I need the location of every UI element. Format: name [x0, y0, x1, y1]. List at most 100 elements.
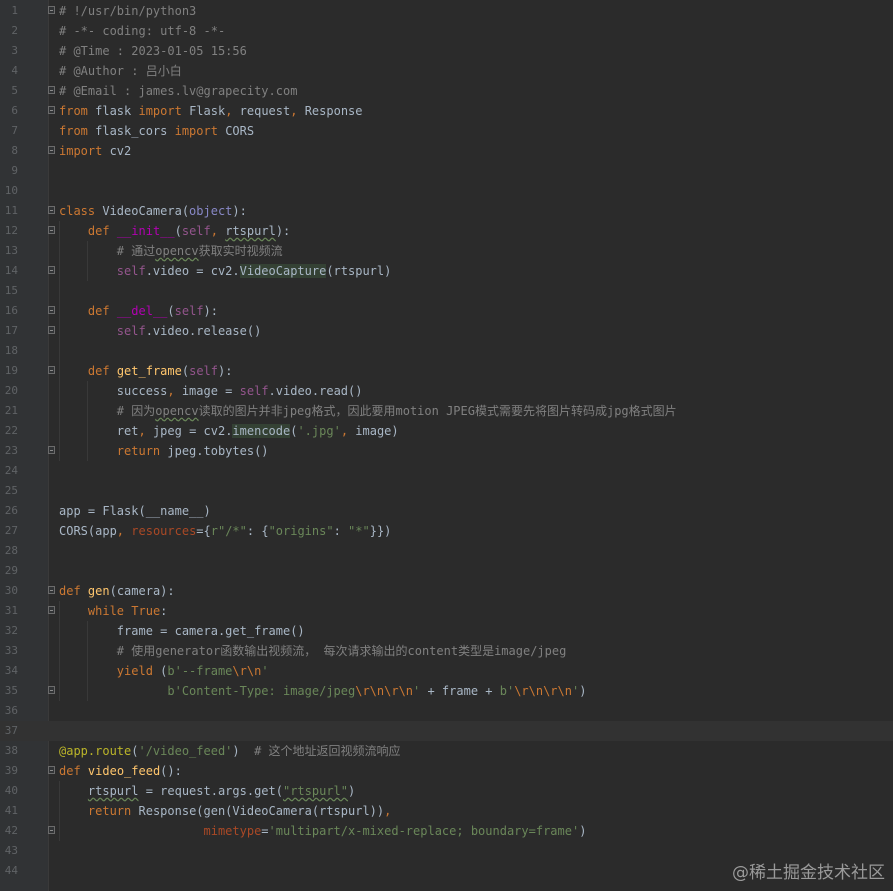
code-text: # 因为opencv读取的图片并非jpeg格式，因此要用motion JPEG模…	[116, 404, 677, 418]
code-text: @app.route('/video_feed') # 这个地址返回视频流响应	[59, 744, 401, 758]
code-line[interactable]: 13 # 通过opencv获取实时视频流	[0, 241, 893, 261]
code-line[interactable]: 18	[0, 341, 893, 361]
fold-collapse-icon[interactable]	[48, 586, 55, 594]
code-area[interactable]: 1 # !/usr/bin/python3 2 # -*- coding: utf-8…	[0, 0, 893, 891]
code-line[interactable]: 11 class VideoCamera(object):	[0, 201, 893, 221]
code-line[interactable]: 25	[0, 481, 893, 501]
code-line[interactable]: 41 return Response(gen(VideoCamera(rtspu…	[0, 801, 893, 821]
line-number: 31	[4, 604, 18, 617]
code-text: self.video.release()	[116, 324, 262, 338]
code-text: success, image = self.video.read()	[59, 384, 363, 398]
code-line[interactable]: 29	[0, 561, 893, 581]
code-text: class VideoCamera(object):	[59, 204, 247, 218]
code-line[interactable]: 33 # 使用generator函数输出视频流， 每次请求输出的content类…	[0, 641, 893, 661]
code-line[interactable]: 5 # @Email : james.lv@grapecity.com	[0, 81, 893, 101]
code-line[interactable]: 6 from flask import Flask, request, Respo…	[0, 101, 893, 121]
code-text: CORS(app, resources={r"/*": {"origins": …	[59, 524, 392, 538]
fold-collapse-icon[interactable]	[48, 206, 55, 214]
code-line[interactable]: 23 return jpeg.tobytes()	[0, 441, 893, 461]
fold-collapse-icon[interactable]	[48, 226, 55, 234]
code-text: self.video = cv2.VideoCapture(rtspurl)	[116, 264, 392, 278]
code-line[interactable]: 2 # -*- coding: utf-8 -*-	[0, 21, 893, 41]
code-line[interactable]: 22 ret, jpeg = cv2.imencode('.jpg', imag…	[0, 421, 893, 441]
code-line[interactable]: 3 # @Time : 2023-01-05 15:56	[0, 41, 893, 61]
line-number: 18	[4, 344, 18, 357]
code-text: b'Content-Type: image/jpeg\r\n\r\n' + fr…	[167, 684, 587, 698]
code-line[interactable]: 19 def get_frame(self):	[0, 361, 893, 381]
code-text: from flask_cors import CORS	[59, 124, 255, 138]
fold-collapse-icon[interactable]	[48, 106, 55, 114]
fold-collapse-icon[interactable]	[48, 6, 55, 14]
code-line[interactable]: 7 from flask_cors import CORS	[0, 121, 893, 141]
line-number: 19	[4, 364, 18, 377]
code-editor[interactable]: 1 # !/usr/bin/python3 2 # -*- coding: utf-8…	[0, 0, 893, 891]
line-number: 10	[4, 184, 18, 197]
fold-end-icon[interactable]	[48, 266, 55, 274]
code-line[interactable]: 24	[0, 461, 893, 481]
fold-end-icon[interactable]	[48, 86, 55, 94]
line-number: 27	[4, 524, 18, 537]
code-line[interactable]: 16 def __del__(self):	[0, 301, 893, 321]
code-line[interactable]: 40 rtspurl = request.args.get("rtspurl")	[0, 781, 893, 801]
line-number: 1	[11, 4, 18, 17]
line-number: 42	[4, 824, 18, 837]
line-number: 43	[4, 844, 18, 857]
line-number: 32	[4, 624, 18, 637]
code-text: yield (b'--frame\r\n'	[116, 664, 269, 678]
code-text: from flask import Flask, request, Respon…	[59, 104, 363, 118]
line-number: 34	[4, 664, 18, 677]
line-number: 41	[4, 804, 18, 817]
fold-end-icon[interactable]	[48, 446, 55, 454]
line-number: 40	[4, 784, 18, 797]
code-line[interactable]: 28	[0, 541, 893, 561]
line-number: 2	[11, 24, 18, 37]
code-line[interactable]: 30 def gen(camera):	[0, 581, 893, 601]
code-line[interactable]: 27 CORS(app, resources={r"/*": {"origins"…	[0, 521, 893, 541]
fold-end-icon[interactable]	[48, 826, 55, 834]
fold-end-icon[interactable]	[48, 326, 55, 334]
code-line[interactable]: 35 b'Content-Type: image/jpeg\r\n\r\n' +…	[0, 681, 893, 701]
code-line[interactable]: 31 while True:	[0, 601, 893, 621]
line-number: 29	[4, 564, 18, 577]
fold-end-icon[interactable]	[48, 686, 55, 694]
fold-collapse-icon[interactable]	[48, 306, 55, 314]
code-line[interactable]: 20 success, image = self.video.read()	[0, 381, 893, 401]
code-line[interactable]: 4 # @Author : 吕小白	[0, 61, 893, 81]
line-number: 15	[4, 284, 18, 297]
code-text: def gen(camera):	[59, 584, 175, 598]
code-line[interactable]: 1 # !/usr/bin/python3	[0, 1, 893, 21]
line-number: 4	[11, 64, 18, 77]
line-number: 35	[4, 684, 18, 697]
line-number: 24	[4, 464, 18, 477]
fold-collapse-icon[interactable]	[48, 606, 55, 614]
code-text: # @Email : james.lv@grapecity.com	[59, 84, 298, 98]
fold-end-icon[interactable]	[48, 146, 55, 154]
code-line[interactable]: 15	[0, 281, 893, 301]
fold-collapse-icon[interactable]	[48, 366, 55, 374]
code-line[interactable]: 34 yield (b'--frame\r\n'	[0, 661, 893, 681]
code-line[interactable]: 9	[0, 161, 893, 181]
line-number: 26	[4, 504, 18, 517]
code-line[interactable]: 32 frame = camera.get_frame()	[0, 621, 893, 641]
code-line[interactable]: 12 def __init__(self, rtspurl):	[0, 221, 893, 241]
code-line[interactable]: 8 import cv2	[0, 141, 893, 161]
indent-guide	[59, 781, 60, 841]
code-line[interactable]: 38 @app.route('/video_feed') # 这个地址返回视频流响…	[0, 741, 893, 761]
code-line[interactable]: 10	[0, 181, 893, 201]
code-line[interactable]: 17 self.video.release()	[0, 321, 893, 341]
code-text: ret, jpeg = cv2.imencode('.jpg', image)	[59, 424, 399, 438]
code-line[interactable]: 37	[0, 721, 893, 741]
code-text: def __del__(self):	[87, 304, 218, 318]
indent-guide	[59, 221, 60, 461]
line-number: 30	[4, 584, 18, 597]
code-line[interactable]: 39 def video_feed():	[0, 761, 893, 781]
code-line[interactable]: 42 mimetype='multipart/x-mixed-replace; …	[0, 821, 893, 841]
fold-collapse-icon[interactable]	[48, 766, 55, 774]
code-line[interactable]: 14 self.video = cv2.VideoCapture(rtspurl…	[0, 261, 893, 281]
code-line[interactable]: 36	[0, 701, 893, 721]
code-text: app = Flask(__name__)	[59, 504, 211, 518]
code-text: # @Author : 吕小白	[59, 64, 182, 78]
code-line[interactable]: 26 app = Flask(__name__)	[0, 501, 893, 521]
code-line[interactable]: 21 # 因为opencv读取的图片并非jpeg格式，因此要用motion JP…	[0, 401, 893, 421]
code-text: # -*- coding: utf-8 -*-	[59, 24, 226, 38]
